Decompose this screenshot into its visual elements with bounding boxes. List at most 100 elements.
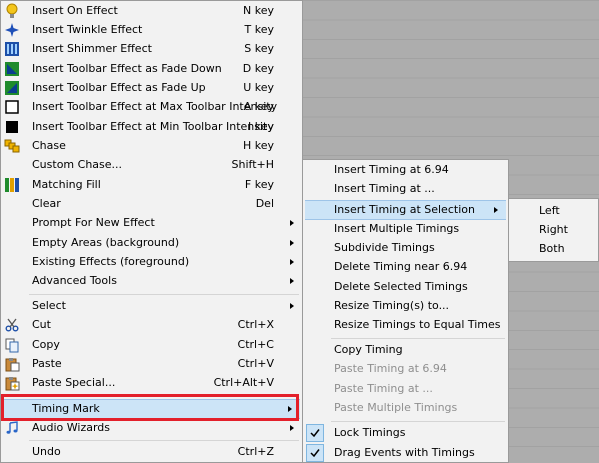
menu-item-label: Insert Multiple Timings bbox=[334, 222, 460, 235]
menu-item-shortcut: Del bbox=[255, 197, 274, 210]
menu-item-label: Custom Chase... bbox=[32, 158, 123, 171]
menu-item-insert-multiple-timings[interactable]: Insert Multiple Timings bbox=[303, 220, 508, 239]
menu-item-matching-fill[interactable]: Matching Fill F key bbox=[1, 176, 302, 195]
menu-item-min-intensity[interactable]: Insert Toolbar Effect at Min Toolbar Int… bbox=[1, 118, 302, 137]
menu-item-fade-down[interactable]: Insert Toolbar Effect as Fade Down D key bbox=[1, 60, 302, 79]
submenu-arrow-icon bbox=[288, 406, 292, 412]
menu-item-label: Insert Toolbar Effect at Max Toolbar Int… bbox=[32, 100, 278, 113]
menu-item-label: Insert Toolbar Effect as Fade Down bbox=[32, 62, 222, 75]
submenu-arrow-icon bbox=[494, 207, 498, 213]
menu-item-shortcut: Ctrl+Z bbox=[237, 445, 274, 458]
menu-item-paste[interactable]: Paste Ctrl+V bbox=[1, 355, 302, 374]
context-menu: Insert On Effect N key Insert Twinkle Ef… bbox=[0, 0, 303, 463]
menu-item-label: Prompt For New Effect bbox=[32, 216, 155, 229]
menu-item-label: Timing Mark bbox=[32, 402, 100, 415]
submenu-arrow-icon bbox=[290, 220, 294, 226]
menu-item-copy-timing[interactable]: Copy Timing bbox=[303, 341, 508, 360]
menu-item-resize-timings-to[interactable]: Resize Timing(s) to... bbox=[303, 297, 508, 316]
menu-item-prompt-for-new-effect[interactable]: Prompt For New Effect bbox=[1, 214, 302, 233]
submenu-arrow-icon bbox=[290, 303, 294, 309]
menu-item-label: Resize Timing(s) to... bbox=[334, 299, 450, 312]
menu-item-shortcut: I key bbox=[248, 120, 274, 133]
menu-item-undo[interactable]: Undo Ctrl+Z bbox=[1, 443, 302, 462]
menu-item-insert-timing-at[interactable]: Insert Timing at ... bbox=[303, 180, 508, 199]
menu-item-label: Paste Special... bbox=[32, 376, 116, 389]
menu-item-shortcut: Ctrl+X bbox=[237, 318, 274, 331]
menu-item-insert-timing-at-time[interactable]: Insert Timing at 6.94 bbox=[303, 161, 508, 180]
menu-item-shortcut: Shift+H bbox=[231, 158, 275, 171]
menu-item-fade-up[interactable]: Insert Toolbar Effect as Fade Up U key bbox=[1, 79, 302, 98]
menu-item-insert-on-effect[interactable]: Insert On Effect N key bbox=[1, 2, 302, 21]
menu-separator bbox=[331, 421, 505, 422]
menu-item-label: Insert Shimmer Effect bbox=[32, 42, 152, 55]
fade-up-icon bbox=[4, 80, 20, 96]
menu-item-label: Cut bbox=[32, 318, 51, 331]
menu-item-left[interactable]: Left bbox=[509, 202, 598, 221]
twinkle-icon bbox=[4, 22, 20, 38]
submenu-arrow-icon bbox=[290, 240, 294, 246]
menu-item-shortcut: H key bbox=[242, 139, 274, 152]
submenu-arrow-icon bbox=[290, 425, 294, 431]
menu-item-drag-events-with-timings[interactable]: Drag Events with Timings bbox=[303, 444, 508, 463]
menu-item-both[interactable]: Both bbox=[509, 240, 598, 259]
menu-item-paste-multiple-timings[interactable]: Paste Multiple Timings bbox=[303, 399, 508, 418]
menu-item-label: Delete Timing near 6.94 bbox=[334, 260, 468, 273]
menu-item-subdivide-timings[interactable]: Subdivide Timings bbox=[303, 239, 508, 258]
menu-item-paste-timing-at[interactable]: Paste Timing at ... bbox=[303, 380, 508, 399]
menu-item-label: Paste Multiple Timings bbox=[334, 401, 458, 414]
min-intensity-icon bbox=[4, 119, 20, 135]
menu-item-advanced-tools[interactable]: Advanced Tools bbox=[1, 272, 302, 291]
menu-item-label: Insert Toolbar Effect as Fade Up bbox=[32, 81, 206, 94]
menu-item-insert-twinkle-effect[interactable]: Insert Twinkle Effect T key bbox=[1, 21, 302, 40]
menu-separator bbox=[29, 396, 299, 397]
menu-item-cut[interactable]: Cut Ctrl+X bbox=[1, 316, 302, 335]
menu-item-timing-mark[interactable]: Timing Mark bbox=[3, 399, 300, 419]
paste-special-icon bbox=[4, 375, 20, 391]
menu-item-label: Insert Timing at 6.94 bbox=[334, 163, 449, 176]
menu-item-label: Paste bbox=[32, 357, 62, 370]
timing-mark-submenu: Insert Timing at 6.94 Insert Timing at .… bbox=[302, 159, 509, 463]
menu-item-shortcut: S key bbox=[244, 42, 274, 55]
scissors-icon bbox=[4, 317, 20, 333]
menu-item-existing-effects[interactable]: Existing Effects (foreground) bbox=[1, 253, 302, 272]
fade-down-icon bbox=[4, 61, 20, 77]
menu-item-label: Copy Timing bbox=[334, 343, 403, 356]
menu-item-shortcut: D key bbox=[242, 62, 274, 75]
menu-item-max-intensity[interactable]: Insert Toolbar Effect at Max Toolbar Int… bbox=[1, 98, 302, 117]
menu-separator bbox=[29, 440, 299, 441]
menu-item-copy[interactable]: Copy Ctrl+C bbox=[1, 336, 302, 355]
menu-item-right[interactable]: Right bbox=[509, 221, 598, 240]
menu-item-paste-timing-at-time[interactable]: Paste Timing at 6.94 bbox=[303, 360, 508, 379]
menu-item-shortcut: Ctrl+V bbox=[237, 357, 274, 370]
menu-item-label: Empty Areas (background) bbox=[32, 236, 180, 249]
menu-item-insert-timing-at-selection[interactable]: Insert Timing at Selection bbox=[305, 200, 506, 220]
menu-item-label: Audio Wizards bbox=[32, 421, 111, 434]
menu-item-clear[interactable]: Clear Del bbox=[1, 195, 302, 214]
menu-item-paste-special[interactable]: Paste Special... Ctrl+Alt+V bbox=[1, 374, 302, 393]
menu-item-shortcut: Ctrl+C bbox=[237, 338, 274, 351]
menu-item-lock-timings[interactable]: Lock Timings bbox=[303, 424, 508, 443]
menu-item-custom-chase[interactable]: Custom Chase... Shift+H bbox=[1, 156, 302, 175]
menu-item-label: Copy bbox=[32, 338, 60, 351]
menu-item-chase[interactable]: Chase H key bbox=[1, 137, 302, 156]
menu-item-delete-timing-near[interactable]: Delete Timing near 6.94 bbox=[303, 258, 508, 277]
menu-item-empty-areas[interactable]: Empty Areas (background) bbox=[1, 234, 302, 253]
menu-item-shortcut: F key bbox=[244, 178, 274, 191]
menu-item-label: Right bbox=[539, 223, 568, 236]
submenu-arrow-icon bbox=[290, 259, 294, 265]
menu-item-label: Insert On Effect bbox=[32, 4, 118, 17]
menu-item-resize-timings-equal[interactable]: Resize Timings to Equal Times bbox=[303, 316, 508, 335]
submenu-arrow-icon bbox=[290, 278, 294, 284]
menu-item-select[interactable]: Select bbox=[1, 297, 302, 316]
checkmark-icon bbox=[306, 444, 324, 462]
menu-item-label: Existing Effects (foreground) bbox=[32, 255, 190, 268]
menu-item-delete-selected-timings[interactable]: Delete Selected Timings bbox=[303, 278, 508, 297]
menu-item-label: Delete Selected Timings bbox=[334, 280, 468, 293]
menu-item-label: Chase bbox=[32, 139, 66, 152]
menu-item-label: Clear bbox=[32, 197, 61, 210]
checkmark-icon bbox=[306, 424, 324, 442]
chase-icon bbox=[4, 138, 20, 154]
menu-item-audio-wizards[interactable]: Audio Wizards bbox=[1, 419, 302, 438]
menu-item-shortcut: U key bbox=[243, 81, 274, 94]
menu-item-insert-shimmer-effect[interactable]: Insert Shimmer Effect S key bbox=[1, 40, 302, 59]
